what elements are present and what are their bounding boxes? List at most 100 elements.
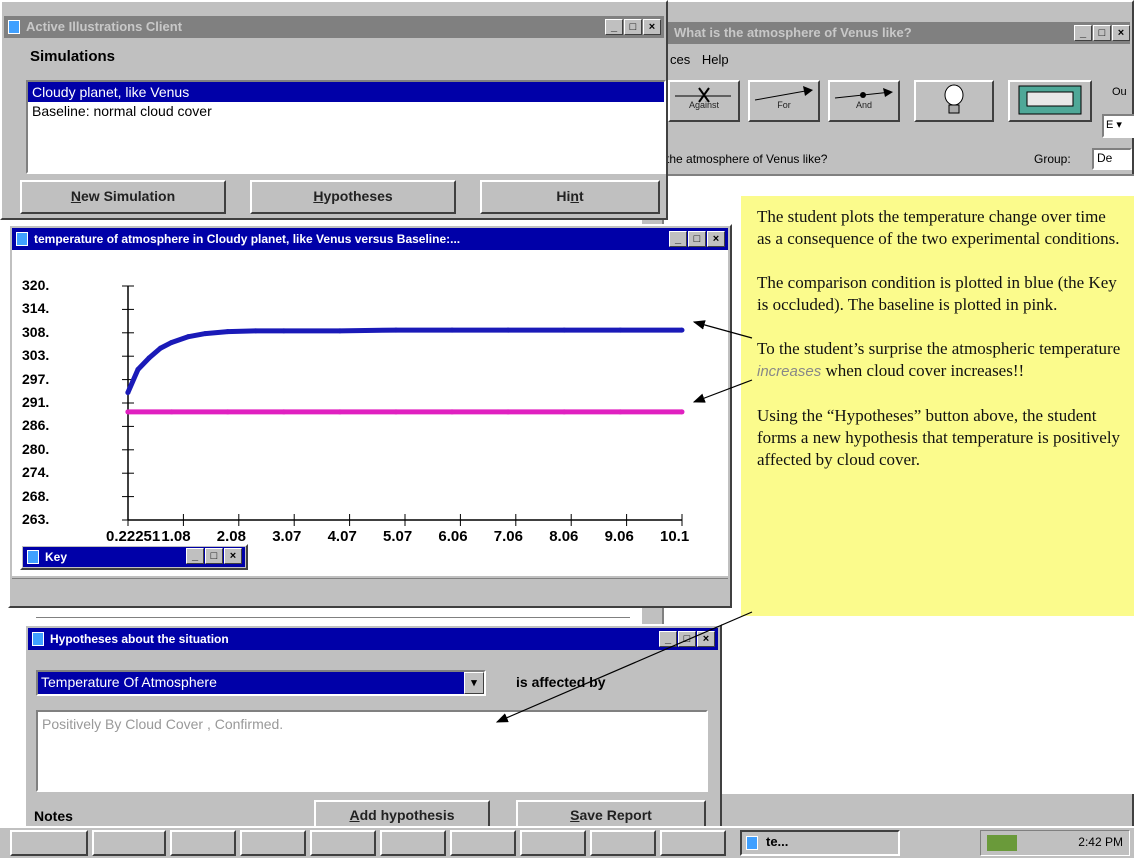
taskbar-item[interactable] — [92, 830, 166, 856]
minimize-button[interactable]: _ — [186, 548, 204, 564]
y-tick-label: 308. — [22, 323, 50, 340]
hypotheses-window: Hypotheses about the situation _ □ × Tem… — [24, 624, 722, 836]
against-tool-button[interactable]: Against — [668, 80, 740, 122]
minimize-button[interactable]: _ — [1074, 25, 1092, 41]
x-tick-label: 2.08 — [216, 528, 246, 545]
x-tick-label: 3.07 — [272, 528, 302, 545]
side-select[interactable]: E ▾ — [1102, 114, 1134, 138]
for-tool-button[interactable]: For — [748, 80, 820, 122]
annotation-emphasis: increases — [757, 363, 822, 380]
annotation-note: The student plots the temperature change… — [741, 196, 1134, 616]
hypotheses-title: Hypotheses about the situation — [50, 632, 229, 646]
x-tick-label: 8.06 — [549, 528, 579, 545]
y-tick-label: 280. — [22, 440, 50, 457]
key-window: Key _ □ × — [20, 544, 248, 570]
affected-by-label: is affected by — [516, 674, 606, 690]
close-button[interactable]: × — [1112, 25, 1130, 41]
minimize-button[interactable]: _ — [605, 19, 623, 35]
taskbar-item[interactable] — [310, 830, 376, 856]
app-icon — [16, 232, 28, 246]
maximize-button[interactable]: □ — [678, 631, 696, 647]
close-button[interactable]: × — [224, 548, 242, 564]
plot-titlebar[interactable]: temperature of atmosphere in Cloudy plan… — [12, 228, 728, 250]
simulations-label: Simulations — [30, 48, 116, 65]
taskbar-item[interactable] — [660, 830, 726, 856]
venus-menubar: ces Help — [670, 52, 729, 67]
x-tick-label: 1.08 — [161, 528, 191, 545]
taskbar-item[interactable] — [520, 830, 586, 856]
y-tick-label: 320. — [22, 277, 50, 293]
y-tick-label: 268. — [22, 487, 50, 504]
maximize-button[interactable]: □ — [688, 231, 706, 247]
y-tick-label: 274. — [22, 464, 50, 481]
question-text: the atmosphere of Venus like? — [666, 152, 828, 166]
close-button[interactable]: × — [707, 231, 725, 247]
hypothesis-textarea[interactable]: Positively By Cloud Cover , Confirmed. — [36, 710, 708, 792]
variable-select-value: Temperature Of Atmosphere — [38, 672, 464, 694]
and-tool-button[interactable]: And — [828, 80, 900, 122]
x-tick-label: 7.06 — [493, 528, 523, 545]
annotation-p3: To the student’s surprise the atmospheri… — [757, 339, 1121, 380]
venus-window-titlebar[interactable]: What is the atmosphere of Venus like? _ … — [644, 22, 1130, 44]
hypotheses-button[interactable]: Hypotheses — [250, 180, 456, 214]
group-field[interactable]: De — [1092, 148, 1132, 170]
close-button[interactable]: × — [643, 19, 661, 35]
taskbar-item[interactable] — [240, 830, 306, 856]
group-label: Group: — [1034, 152, 1071, 166]
new-simulation-button[interactable]: New Simulation — [20, 180, 226, 214]
annotation-p1: The student plots the temperature change… — [757, 207, 1120, 248]
variable-select[interactable]: Temperature Of Atmosphere ▾ — [36, 670, 486, 696]
app-icon — [8, 20, 20, 34]
menu-item-help[interactable]: Help — [702, 52, 729, 67]
x-tick-label: 6.06 — [438, 528, 468, 545]
y-tick-label: 286. — [22, 417, 50, 434]
list-item[interactable]: Cloudy planet, like Venus — [28, 82, 664, 102]
annotation-p2: The comparison condition is plotted in b… — [757, 273, 1117, 314]
taskbar-item[interactable] — [10, 830, 88, 856]
simulations-list[interactable]: Cloudy planet, like Venus Baseline: norm… — [26, 80, 666, 174]
taskbar-item[interactable] — [380, 830, 446, 856]
minimize-button[interactable]: _ — [659, 631, 677, 647]
maximize-button[interactable]: □ — [1093, 25, 1111, 41]
y-tick-label: 303. — [22, 347, 50, 364]
chevron-down-icon[interactable]: ▾ — [464, 672, 484, 694]
maximize-button[interactable]: □ — [205, 548, 223, 564]
y-tick-label: 263. — [22, 511, 50, 527]
app-icon — [27, 550, 39, 564]
menu-item-preferences[interactable]: ces — [670, 52, 690, 67]
annotation-p4: Using the “Hypotheses” button above, the… — [757, 406, 1121, 469]
taskbar-item[interactable] — [590, 830, 656, 856]
client-title: Active Illustrations Client — [26, 19, 183, 34]
venus-window-title: What is the atmosphere of Venus like? — [674, 25, 912, 40]
x-tick-label: 5.07 — [383, 528, 413, 545]
minimize-button[interactable]: _ — [669, 231, 687, 247]
client-window: Active Illustrations Client _ □ × Simula… — [0, 0, 668, 220]
maximize-button[interactable]: □ — [624, 19, 642, 35]
plot-title: temperature of atmosphere in Cloudy plan… — [34, 232, 461, 246]
app-icon — [746, 836, 758, 850]
client-titlebar[interactable]: Active Illustrations Client _ □ × — [4, 16, 664, 38]
close-button[interactable]: × — [697, 631, 715, 647]
notes-label: Notes — [34, 808, 73, 824]
key-titlebar[interactable]: Key _ □ × — [23, 547, 245, 567]
taskbar-item[interactable] — [170, 830, 236, 856]
list-item[interactable]: Baseline: normal cloud cover — [28, 102, 664, 120]
y-tick-label: 291. — [22, 394, 50, 410]
hint-bulb-button[interactable] — [914, 80, 994, 122]
printer-icon — [1018, 85, 1082, 115]
app-icon — [32, 632, 44, 646]
tray-icon[interactable] — [987, 835, 1017, 851]
taskbar-item-active[interactable]: te... — [740, 830, 900, 856]
hypothesis-text: Positively By Cloud Cover , Confirmed. — [42, 716, 284, 732]
hint-button[interactable]: Hint — [480, 180, 660, 214]
system-tray: 2:42 PM — [980, 830, 1130, 856]
y-tick-label: 297. — [22, 370, 50, 387]
side-label: Ou — [1112, 86, 1127, 98]
taskbar-item[interactable] — [450, 830, 516, 856]
x-tick-label: 4.07 — [327, 528, 357, 545]
x-tick-label: 9.06 — [604, 528, 634, 545]
report-tool-button[interactable] — [1008, 80, 1092, 122]
y-tick-label: 314. — [22, 300, 50, 317]
hypotheses-titlebar[interactable]: Hypotheses about the situation _ □ × — [28, 628, 718, 650]
taskbar-clock: 2:42 PM — [1078, 835, 1123, 849]
